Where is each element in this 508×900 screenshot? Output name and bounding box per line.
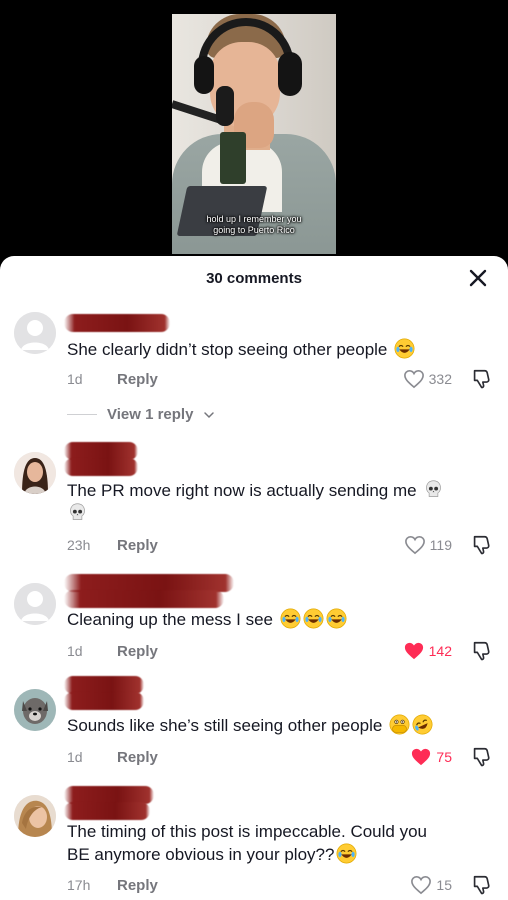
joy-emoji — [280, 608, 301, 629]
thumbs-down-icon[interactable] — [470, 534, 492, 556]
view-replies-button[interactable]: View 1 reply — [67, 406, 215, 423]
divider — [67, 414, 97, 415]
comment-time: 1d — [67, 371, 83, 387]
headphone-cup-right — [278, 52, 302, 96]
username-redacted — [64, 692, 144, 710]
heart-outline-icon[interactable] — [404, 535, 426, 555]
thumbs-down-icon[interactable] — [470, 746, 492, 768]
avatar[interactable] — [14, 583, 56, 625]
like-count: 75 — [436, 749, 452, 765]
close-icon[interactable] — [466, 266, 490, 290]
dislike-button[interactable] — [470, 746, 492, 768]
like-count: 119 — [429, 537, 452, 553]
comment-meta: 1d Reply — [67, 746, 158, 768]
like-count: 142 — [428, 643, 452, 659]
reply-button[interactable]: Reply — [117, 537, 158, 554]
comment-text: Sounds like she’s still seeing other peo… — [67, 714, 477, 737]
comment-text-content: Sounds like she’s still seeing other peo… — [67, 716, 383, 735]
video-player[interactable]: hold up I remember you going to Puerto R… — [0, 0, 508, 268]
like-button[interactable]: 142 — [403, 640, 452, 662]
like-count: 15 — [436, 877, 452, 893]
thumbs-down-icon[interactable] — [470, 640, 492, 662]
skull-emoji — [426, 480, 442, 497]
comment-text-line1: The timing of this post is impeccable. C… — [67, 822, 428, 841]
avatar[interactable] — [14, 452, 56, 494]
heart-outline-icon[interactable] — [403, 369, 425, 389]
video-caption: hold up I remember you going to Puerto R… — [172, 214, 336, 236]
dislike-button[interactable] — [470, 874, 492, 896]
avatar[interactable] — [14, 795, 56, 837]
username-redacted — [64, 314, 170, 332]
comment-meta: 17h Reply — [67, 874, 158, 896]
joy-emoji — [303, 608, 324, 629]
joy-emoji — [336, 843, 357, 864]
like-button[interactable]: 332 — [403, 368, 452, 390]
dislike-button[interactable] — [470, 640, 492, 662]
username-redacted — [64, 802, 150, 820]
heart-filled-icon[interactable] — [403, 641, 425, 661]
microphone-icon — [216, 86, 234, 126]
thumbs-down-icon[interactable] — [470, 874, 492, 896]
chevron-down-icon — [204, 411, 215, 418]
close-button[interactable] — [466, 266, 490, 290]
comment-text: She clearly didn’t stop seeing other peo… — [67, 338, 477, 361]
comment-text: The timing of this post is impeccable. C… — [67, 820, 477, 866]
avatar[interactable] — [14, 689, 56, 731]
dog-photo-avatar — [14, 689, 56, 731]
heart-outline-icon[interactable] — [410, 875, 432, 895]
comment-count: 30 comments — [206, 270, 302, 287]
comments-header: 30 comments — [0, 256, 508, 304]
comment-text: The PR move right now is actually sendin… — [67, 479, 477, 525]
view-replies-label: View 1 reply — [107, 406, 194, 423]
avatar[interactable] — [14, 312, 56, 354]
joy-emoji — [394, 338, 415, 359]
headphone-cup-left — [194, 56, 214, 94]
default-avatar-icon — [14, 312, 56, 354]
comment-text-content: She clearly didn’t stop seeing other peo… — [67, 340, 388, 359]
heart-filled-icon[interactable] — [410, 747, 432, 767]
comment-text: Cleaning up the mess I see — [67, 608, 477, 631]
comment-time: 17h — [67, 877, 91, 893]
comment-text-content: Cleaning up the mess I see — [67, 610, 274, 629]
joy-emoji — [326, 608, 347, 629]
video-caption-line1: hold up I remember you — [206, 214, 302, 224]
thumbs-down-icon[interactable] — [470, 368, 492, 390]
reply-button[interactable]: Reply — [117, 371, 158, 388]
like-button[interactable]: 75 — [410, 746, 452, 768]
like-button[interactable]: 119 — [404, 534, 452, 556]
comment-meta: 23h Reply — [67, 534, 158, 556]
video-frame[interactable]: hold up I remember you going to Puerto R… — [172, 14, 336, 254]
comment-time: 1d — [67, 749, 83, 765]
default-avatar-icon — [14, 583, 56, 625]
like-button[interactable]: 15 — [410, 874, 452, 896]
user-photo-avatar — [14, 795, 56, 837]
like-count: 332 — [428, 371, 452, 387]
dislike-button[interactable] — [470, 368, 492, 390]
comments-sheet: 30 comments She clearly didn’t stop seei… — [0, 256, 508, 900]
rofl-emoji — [412, 714, 433, 735]
comment-meta: 1d Reply — [67, 368, 158, 390]
username-redacted — [64, 590, 224, 608]
mug — [220, 132, 246, 184]
comment-meta: 1d Reply — [67, 640, 158, 662]
comment-time: 1d — [67, 643, 83, 659]
face-with-hand-over-mouth-emoji — [389, 714, 410, 735]
username-redacted — [64, 458, 138, 476]
reply-button[interactable]: Reply — [117, 877, 158, 894]
comment-time: 23h — [67, 537, 91, 553]
skull-emoji — [70, 503, 85, 520]
dislike-button[interactable] — [470, 534, 492, 556]
reply-button[interactable]: Reply — [117, 643, 158, 660]
comment-text-line2: BE anymore obvious in your ploy?? — [67, 845, 335, 864]
comment-text-content: The PR move right now is actually sendin… — [67, 481, 417, 500]
video-caption-line2: going to Puerto Rico — [213, 225, 295, 235]
user-photo-avatar — [14, 452, 56, 494]
reply-button[interactable]: Reply — [117, 749, 158, 766]
